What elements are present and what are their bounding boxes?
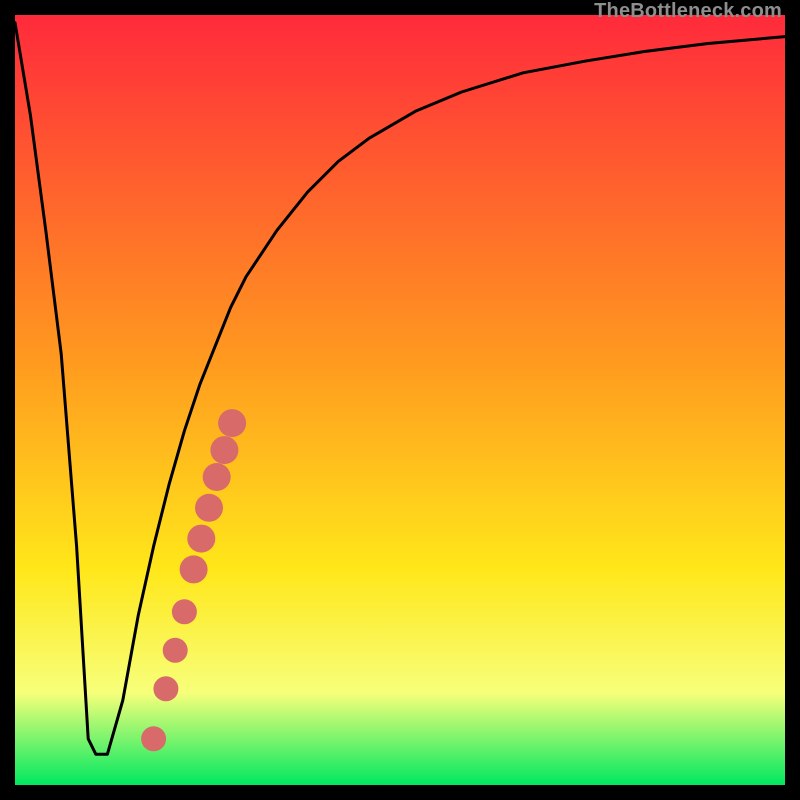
marker-point: [203, 463, 231, 491]
bottleneck-chart: [15, 15, 785, 785]
marker-point: [210, 436, 238, 464]
marker-point: [218, 409, 246, 437]
marker-point: [153, 676, 178, 701]
marker-point: [180, 555, 208, 583]
marker-point: [187, 525, 215, 553]
gradient-background: [15, 15, 785, 785]
marker-point: [141, 726, 166, 751]
marker-point: [163, 638, 188, 663]
watermark: TheBottleneck.com: [594, 0, 782, 23]
chart-frame: [15, 15, 785, 785]
marker-point: [172, 599, 197, 624]
marker-point: [195, 494, 223, 522]
